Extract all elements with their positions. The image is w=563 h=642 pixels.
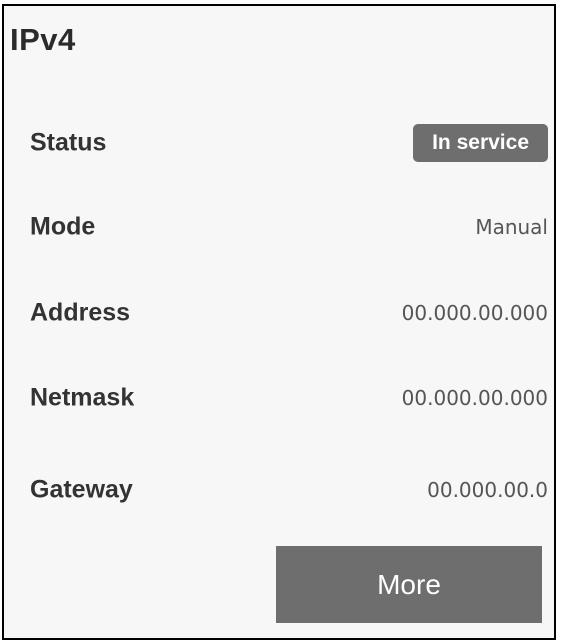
address-row: Address 00.000.00.000: [30, 288, 548, 338]
netmask-label: Netmask: [30, 383, 135, 412]
ipv4-panel: IPv4 Status In service Mode Manual Addre…: [2, 4, 556, 640]
address-value: 00.000.00.000: [401, 301, 548, 325]
status-badge: In service: [413, 124, 548, 162]
panel-title: IPv4: [10, 22, 76, 57]
mode-value: Manual: [475, 215, 548, 239]
gateway-label: Gateway: [30, 475, 133, 504]
address-label: Address: [30, 298, 131, 327]
gateway-row: Gateway 00.000.00.0: [30, 465, 548, 515]
more-button[interactable]: More: [276, 546, 542, 623]
status-row: Status In service: [30, 118, 548, 168]
netmask-row: Netmask 00.000.00.000: [30, 373, 548, 423]
gateway-value: 00.000.00.0: [427, 478, 548, 502]
netmask-value: 00.000.00.000: [401, 386, 548, 410]
mode-label: Mode: [30, 212, 96, 241]
mode-row: Mode Manual: [30, 202, 548, 252]
status-label: Status: [30, 128, 107, 157]
